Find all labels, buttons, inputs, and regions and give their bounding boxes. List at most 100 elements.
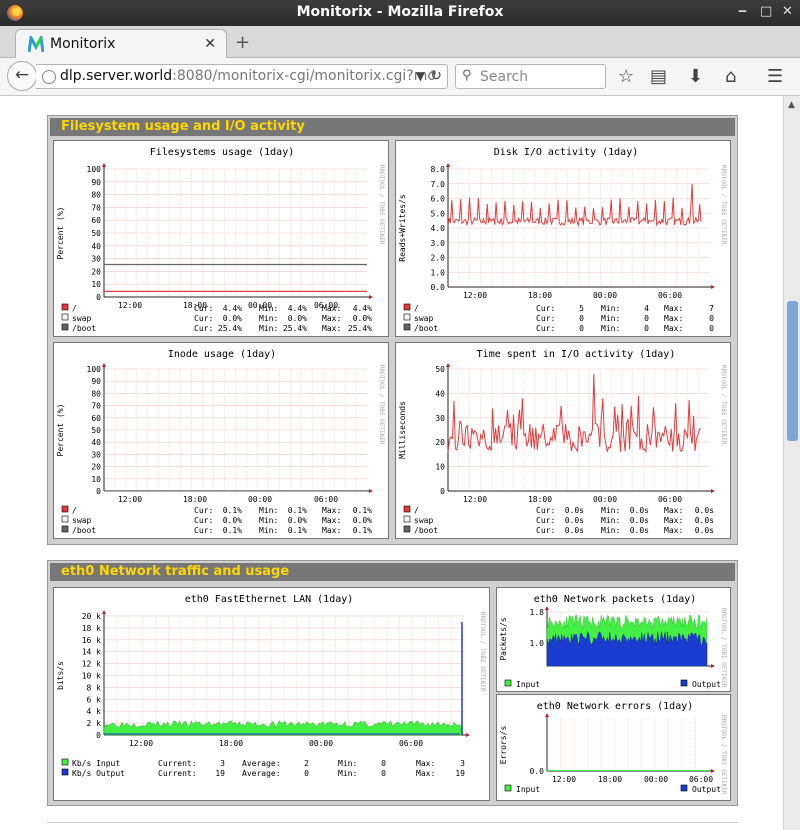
legend-min-value: 0.1% <box>288 526 307 535</box>
y-axis-arrow <box>102 610 106 614</box>
legend-min-value: 0 <box>381 759 386 768</box>
x-tick-label: 18:00 <box>598 775 622 784</box>
legend-cur-label: Cur: <box>194 516 213 525</box>
series-root-line <box>447 183 702 227</box>
legend-name: / <box>72 506 77 515</box>
legend-cur-value: 0.0% <box>223 516 242 525</box>
tab-close-icon[interactable]: ✕ <box>204 36 216 52</box>
legend-cur-label: Cur: <box>536 304 555 313</box>
legend-min-value: 0.0% <box>288 314 307 323</box>
bookmark-star-icon[interactable]: ☆ <box>618 66 634 87</box>
menu-icon[interactable]: ☰ <box>767 66 783 87</box>
legend-max-value: 0 <box>709 324 714 333</box>
legend-min-label: Min: <box>259 526 278 535</box>
y-tick-label: 30 <box>91 255 101 264</box>
legend-swatch <box>403 323 411 331</box>
x-tick-label: 12:00 <box>129 739 153 748</box>
disk-io-graph: Disk I/O activity (1day) 8.0 7.0 6.0 5.0 4.0 3… <box>395 140 731 337</box>
legend-max-label: Max: <box>664 304 683 313</box>
legend-name: Kb/s Output <box>72 769 125 778</box>
legend-min-label: Min: <box>601 526 620 535</box>
legend-min-label: Min: <box>259 506 278 515</box>
y-axis-arrow <box>545 713 549 717</box>
y-tick-label: 4.0 <box>431 224 446 233</box>
x-tick-label: 12:00 <box>463 291 487 300</box>
filesystem-panel-title: Filesystem usage and I/O activity <box>50 118 735 136</box>
legend-min-label: Min: <box>259 314 278 323</box>
reload-icon[interactable]: ↻ <box>430 68 442 84</box>
back-button[interactable]: ← <box>7 61 37 91</box>
legend-max-value: 0.0% <box>353 314 372 323</box>
g-packets-svg: eth0 Network packets (1day) 1.8 1.0 Packets… <box>499 594 727 689</box>
page-scrollbar[interactable]: ▲ <box>783 96 800 830</box>
tab-strip: Monitorix ✕ <box>0 26 800 59</box>
y-tick-label: 80 <box>91 389 101 398</box>
legend-max-label: Max: <box>322 304 341 313</box>
url-dropdown-icon[interactable]: ▼ <box>416 69 425 83</box>
y-axis-arrow <box>446 163 450 167</box>
y-tick-label: 10 <box>91 475 101 484</box>
legend-name: / <box>414 304 419 313</box>
y-tick-label: 20 k <box>82 612 101 621</box>
g-inode-svg: Inode usage (1day)1009080706050403020100… <box>56 349 385 535</box>
legend-min-label: Min: <box>601 314 620 323</box>
legend-name: swap <box>72 516 91 525</box>
y-axis-label: Reads+Writes/s <box>398 194 407 262</box>
legend-input: Input <box>516 785 540 794</box>
scrollbar-thumb[interactable] <box>787 301 798 441</box>
minimize-button[interactable]: ‒ <box>738 4 747 19</box>
legend-max-label: Max: <box>416 769 435 778</box>
window-titlebar: Monitorix - Mozilla Firefox ‒ □ ✕ <box>0 0 800 26</box>
legend-max-value: 0.1% <box>353 506 372 515</box>
g-errors-svg: eth0 Network errors (1day) 0.0 12:00 18:00 0… <box>499 701 727 795</box>
bookmarks-list-icon[interactable]: ▤ <box>650 66 667 87</box>
monitorix-logo-icon <box>28 36 44 53</box>
y-tick-label: 6 k <box>87 695 102 704</box>
graph-title: eth0 Network packets (1day) <box>534 594 697 605</box>
new-tab-button[interactable]: + <box>235 32 250 53</box>
y-tick-label: 8 k <box>87 683 102 692</box>
legend-min-value: 0.0s <box>630 516 649 525</box>
inode-usage-graph: Inode usage (1day) 100 90 80 70 60 50 40 30 20 10 0… <box>53 342 389 539</box>
search-bar[interactable]: ⚲ Search <box>455 64 606 89</box>
y-tick-label: 12 k <box>82 660 101 669</box>
url-bar[interactable]: dlp.server.world:8080/monitorix-cgi/moni… <box>36 64 448 89</box>
page-divider <box>47 822 738 823</box>
legend-max-label: Max: <box>416 759 435 768</box>
legend-average-label: Average: <box>242 769 281 778</box>
y-tick-label: 70 <box>91 203 101 212</box>
maximize-button[interactable]: □ <box>760 4 772 19</box>
legend-max-label: Max: <box>664 526 683 535</box>
y-tick-label: 0 <box>96 487 101 496</box>
legend-max-value: 0 <box>709 314 714 323</box>
legend-input: Input <box>516 680 540 689</box>
legend-swatch <box>61 313 69 321</box>
g-io_time-svg: Time spent in I/O activity (1day) 50 40 30 2… <box>398 349 727 535</box>
g-fs_usage-svg: Filesystems usage (1day)1009080706050403… <box>56 147 385 333</box>
x-tick-label: 06:00 <box>689 775 713 784</box>
legend-min-label: Min: <box>601 506 620 515</box>
legend-average-value: 2 <box>304 759 309 768</box>
graph-title: Time spent in I/O activity (1day) <box>477 349 676 360</box>
legend-max-value: 19 <box>455 769 465 778</box>
graph-title: Disk I/O activity (1day) <box>494 147 639 158</box>
y-tick-label: 90 <box>91 178 101 187</box>
scroll-up-icon[interactable]: ▲ <box>788 100 795 110</box>
rrdtool-watermark: RRDTOOL / TOBI OETIKER <box>479 612 486 692</box>
legend-min-value: 4.4% <box>288 304 307 313</box>
rrdtool-watermark: RRDTOOL / TOBI OETIKER <box>378 165 385 245</box>
y-tick-label: 0.0 <box>530 767 545 776</box>
legend-cur-value: 0.0s <box>565 506 584 515</box>
legend-swatch <box>61 323 69 331</box>
legend-name: /boot <box>414 324 438 333</box>
y-tick-label: 0 <box>440 487 445 496</box>
url-text[interactable]: dlp.server.world:8080/monitorix-cgi/moni… <box>60 68 436 84</box>
legend-output: Output <box>692 785 721 794</box>
downloads-icon[interactable]: ⬇ <box>688 66 703 87</box>
x-tick-label: 12:00 <box>552 775 576 784</box>
tab-monitorix[interactable]: Monitorix ✕ <box>15 29 227 59</box>
home-icon[interactable]: ⌂ <box>725 66 736 87</box>
series-root-line <box>447 373 702 454</box>
legend-swatch <box>403 303 411 311</box>
close-window-button[interactable]: ✕ <box>782 4 793 19</box>
